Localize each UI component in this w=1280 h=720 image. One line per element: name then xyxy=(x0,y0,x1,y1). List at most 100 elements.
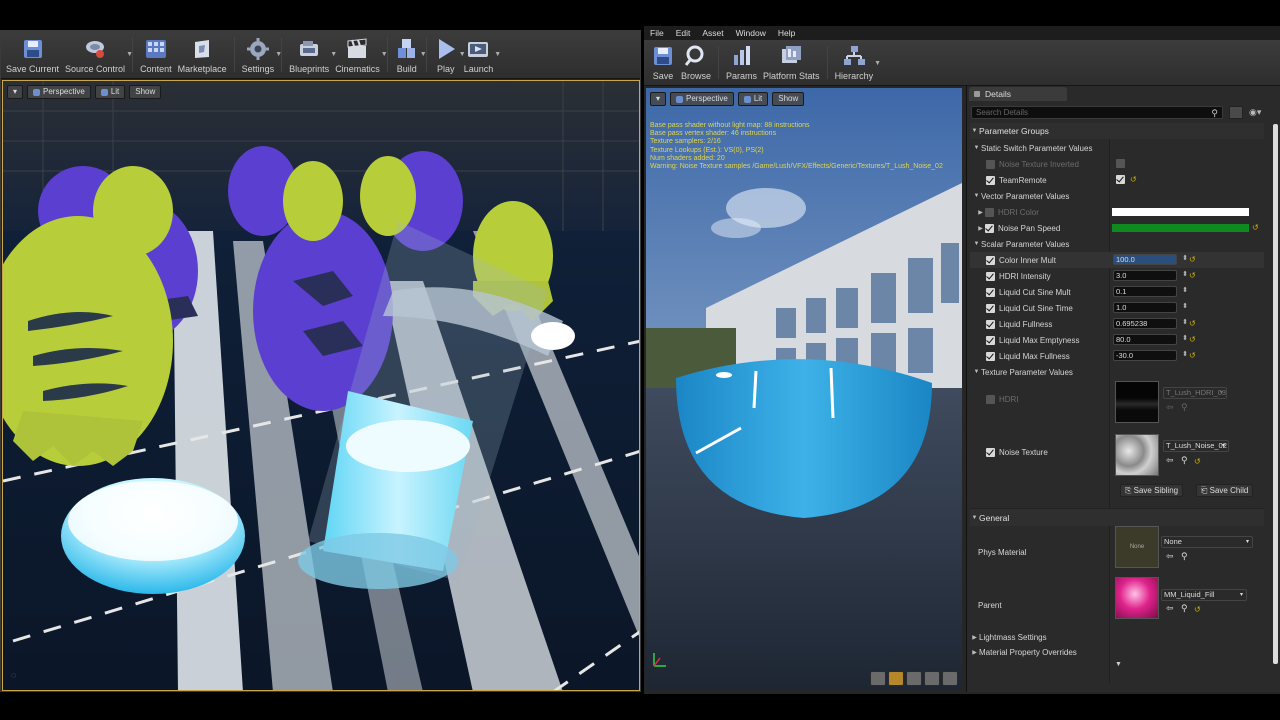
material-property-overrides-header[interactable]: ▶ Material Property Overrides xyxy=(970,644,1264,660)
color-swatch[interactable] xyxy=(1112,208,1249,216)
browse-search-icon[interactable]: ⚲ xyxy=(1181,551,1188,562)
save-current-button[interactable]: Save Current xyxy=(3,31,62,78)
details-scrollbar[interactable] xyxy=(1273,124,1278,664)
override-checkbox[interactable] xyxy=(986,159,995,169)
chevron-right-icon[interactable]: ▶ xyxy=(976,209,985,216)
general-header[interactable]: ▼ General xyxy=(970,508,1264,526)
override-checkbox[interactable] xyxy=(986,175,995,185)
override-checkbox[interactable] xyxy=(986,271,995,281)
perspective-button[interactable]: Perspective xyxy=(27,85,91,99)
mesh-preview-icon[interactable] xyxy=(942,671,958,686)
parameter-groups-header[interactable]: ▼ Parameter Groups xyxy=(970,123,1264,139)
viewport-menu-button[interactable]: ▾ xyxy=(7,85,24,99)
override-checkbox[interactable] xyxy=(986,351,995,361)
reset-to-default-icon[interactable]: ↺ xyxy=(1194,605,1201,614)
platform-stats-button[interactable]: Platform Stats xyxy=(760,40,823,85)
texture-params-header[interactable]: ▼ Texture Parameter Values xyxy=(970,364,1264,380)
scroll-down-icon[interactable]: ▼ xyxy=(1115,661,1122,668)
view-options-eye-icon[interactable]: ◉▾ xyxy=(1249,107,1261,118)
browse-search-icon[interactable]: ⚲ xyxy=(1181,455,1188,466)
hdri-texture-thumbnail[interactable] xyxy=(1115,381,1159,423)
spin-icon[interactable]: ⬍ xyxy=(1182,334,1188,343)
value-checkbox[interactable] xyxy=(1116,175,1125,184)
lit-button[interactable]: Lit xyxy=(94,85,126,99)
use-selected-arrow-icon[interactable]: ⇦ xyxy=(1166,455,1174,466)
menu-edit[interactable]: Edit xyxy=(676,28,691,38)
color-swatch[interactable] xyxy=(1112,224,1249,232)
menu-window[interactable]: Window xyxy=(736,28,766,38)
spin-icon[interactable]: ⬍ xyxy=(1182,286,1188,295)
value-field[interactable]: 1.0 ⬍ xyxy=(1113,302,1188,313)
chevron-down-icon[interactable]: ▼ xyxy=(420,51,427,58)
details-tab[interactable]: Details xyxy=(969,87,1067,101)
level-viewport[interactable]: ▾ Perspective Lit Show ◌ xyxy=(2,80,640,691)
value-field[interactable]: 100.0 ⬍ xyxy=(1113,254,1188,265)
vector-params-header[interactable]: ▼ Vector Parameter Values xyxy=(970,188,1264,204)
override-checkbox[interactable] xyxy=(986,447,995,457)
lightmass-settings-header[interactable]: ▶ Lightmass Settings xyxy=(970,629,1264,645)
chevron-down-icon[interactable]: ▼ xyxy=(275,51,282,58)
reset-to-default-icon[interactable]: ↺ xyxy=(1189,271,1196,280)
override-checkbox[interactable] xyxy=(986,319,995,329)
value-field[interactable]: -30.0 ⬍ xyxy=(1113,350,1188,361)
params-button[interactable]: Params xyxy=(723,40,760,85)
browse-button[interactable]: Browse xyxy=(678,40,714,85)
spin-icon[interactable]: ⬍ xyxy=(1182,254,1188,263)
sphere-preview-icon[interactable] xyxy=(888,671,904,686)
reset-to-default-icon[interactable]: ↺ xyxy=(1252,223,1259,232)
lit-button[interactable]: Lit xyxy=(737,92,769,106)
content-button[interactable]: Content xyxy=(137,31,175,78)
blueprints-button[interactable]: Blueprints ▼ xyxy=(286,31,337,78)
property-matrix-icon[interactable] xyxy=(1229,106,1243,119)
static-switch-header[interactable]: ▼ Static Switch Parameter Values xyxy=(970,140,1264,156)
save-child-button[interactable]: ⎗ Save Child xyxy=(1196,484,1254,497)
chevron-down-icon[interactable]: ▼ xyxy=(494,51,501,58)
hdri-texture-combo[interactable]: T_Lush_HDRI_03 ▾ xyxy=(1163,387,1227,399)
override-checkbox[interactable] xyxy=(986,394,995,404)
chevron-right-icon[interactable]: ▶ xyxy=(976,225,985,232)
menu-help[interactable]: Help xyxy=(778,28,795,38)
reset-to-default-icon[interactable]: ↺ xyxy=(1194,457,1201,466)
spin-icon[interactable]: ⬍ xyxy=(1182,270,1188,279)
phys-material-combo[interactable]: None ▾ xyxy=(1161,536,1253,548)
search-details-input[interactable]: Search Details ⚲ xyxy=(971,106,1223,119)
value-field[interactable]: 80.0 ⬍ xyxy=(1113,334,1188,345)
hierarchy-button[interactable]: Hierarchy ▼ xyxy=(832,40,881,85)
override-checkbox[interactable] xyxy=(985,223,994,233)
marketplace-button[interactable]: Marketplace xyxy=(175,31,230,78)
noise-texture-combo[interactable]: T_Lush_Noise_02 ▾ xyxy=(1163,440,1229,452)
chevron-down-icon[interactable]: ▼ xyxy=(381,51,388,58)
chevron-down-icon[interactable]: ▼ xyxy=(874,60,881,67)
settings-button[interactable]: Settings ▼ xyxy=(239,31,282,78)
use-selected-arrow-icon[interactable]: ⇦ xyxy=(1166,603,1174,614)
parent-combo[interactable]: MM_Liquid_Fill ▾ xyxy=(1161,589,1247,601)
plane-preview-icon[interactable] xyxy=(906,671,922,686)
override-checkbox[interactable] xyxy=(986,335,995,345)
menu-asset[interactable]: Asset xyxy=(702,28,723,38)
spin-icon[interactable]: ⬍ xyxy=(1182,350,1188,359)
source-control-button[interactable]: Source Control ▼ xyxy=(62,31,133,78)
spin-icon[interactable]: ⬍ xyxy=(1182,318,1188,327)
override-checkbox[interactable] xyxy=(986,287,995,297)
value-checkbox[interactable] xyxy=(1116,159,1125,168)
perspective-button[interactable]: Perspective xyxy=(670,92,734,106)
browse-search-icon[interactable]: ⚲ xyxy=(1181,603,1188,614)
noise-texture-thumbnail[interactable] xyxy=(1115,434,1159,476)
reset-to-default-icon[interactable]: ↺ xyxy=(1189,351,1196,360)
show-button[interactable]: Show xyxy=(772,92,805,106)
launch-button[interactable]: Launch ▼ xyxy=(461,31,501,78)
show-button[interactable]: Show xyxy=(129,85,162,99)
use-selected-arrow-icon[interactable]: ⇦ xyxy=(1166,551,1174,562)
viewport-menu-button[interactable]: ▾ xyxy=(650,92,667,106)
spin-icon[interactable]: ⬍ xyxy=(1182,302,1188,311)
save-sibling-button[interactable]: ⎘ Save Sibling xyxy=(1120,484,1184,497)
menu-file[interactable]: File xyxy=(650,28,664,38)
value-field[interactable]: 0.1 ⬍ xyxy=(1113,286,1188,297)
build-button[interactable]: Build ▼ xyxy=(392,31,427,78)
material-preview-viewport[interactable]: ▾ Perspective Lit Show Base pass shader … xyxy=(646,88,962,690)
reset-to-default-icon[interactable]: ↺ xyxy=(1189,255,1196,264)
play-button[interactable]: Play ▼ xyxy=(431,31,466,78)
value-field[interactable]: 3.0 ⬍ xyxy=(1113,270,1188,281)
override-checkbox[interactable] xyxy=(986,255,995,265)
parent-material-thumbnail[interactable] xyxy=(1115,577,1159,619)
